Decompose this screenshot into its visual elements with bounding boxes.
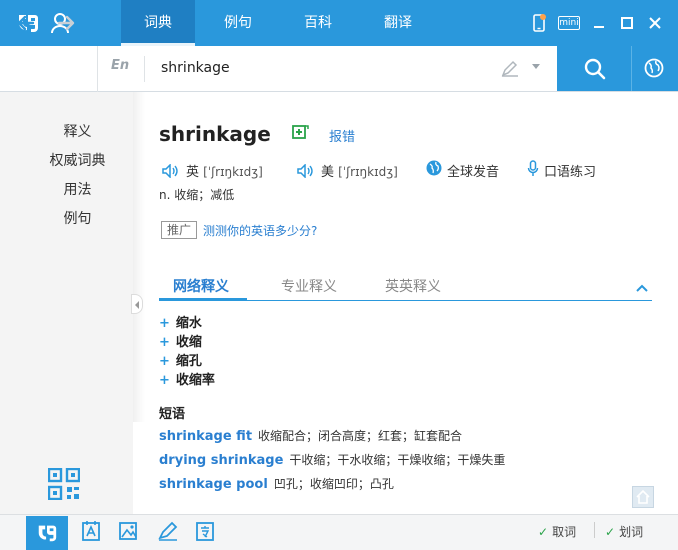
- list-item[interactable]: + 收缩: [159, 331, 202, 350]
- dictionary-mode-button[interactable]: [26, 516, 68, 550]
- phrase-link[interactable]: shrinkage fit: [159, 429, 252, 444]
- tab-web-definition[interactable]: 网络释义: [173, 276, 229, 296]
- us-pronunciation[interactable]: 美 [ˈʃrɪŋkɪdʒ]: [297, 161, 398, 180]
- headword: shrinkage: [159, 122, 271, 146]
- phrase-row: shrinkage pool 凹孔；收缩凹印；凸孔: [159, 477, 394, 492]
- divider: [144, 56, 145, 82]
- tab-professional-definition[interactable]: 专业释义: [281, 276, 337, 296]
- globe-icon: [426, 160, 442, 176]
- expand-plus-icon[interactable]: +: [159, 354, 170, 369]
- chevron-down-icon[interactable]: [532, 64, 540, 70]
- sidebar-item-authoritative-dict[interactable]: 权威词典: [0, 150, 155, 170]
- minimize-icon[interactable]: [592, 14, 606, 32]
- qr-code-icon[interactable]: [48, 468, 80, 500]
- tab-english-definition[interactable]: 英英释义: [385, 276, 441, 296]
- web-search-button[interactable]: [631, 46, 678, 91]
- oral-practice-link[interactable]: 口语练习: [544, 161, 596, 180]
- phrase-link[interactable]: shrinkage pool: [159, 477, 268, 492]
- tab-dictionary[interactable]: 词典: [121, 0, 195, 46]
- expand-plus-icon[interactable]: +: [159, 316, 170, 331]
- ad-badge: 推广: [161, 221, 197, 239]
- search-input[interactable]: [161, 56, 481, 80]
- phrase-link[interactable]: drying shrinkage: [159, 453, 283, 468]
- phrases-heading: 短语: [159, 407, 186, 422]
- back-to-top-button[interactable]: [632, 486, 654, 508]
- chevron-up-icon[interactable]: [636, 284, 648, 292]
- sidebar-item-examples[interactable]: 例句: [0, 208, 155, 228]
- expand-plus-icon[interactable]: +: [159, 373, 170, 388]
- uk-pronunciation[interactable]: 英 [ˈʃrɪŋkɪdʒ]: [162, 161, 263, 180]
- divider: [97, 46, 98, 92]
- report-error-link[interactable]: 报错: [329, 126, 355, 145]
- sidebar-item-usage[interactable]: 用法: [0, 179, 155, 199]
- ad-link[interactable]: 测测你的英语多少分?: [203, 222, 317, 239]
- tab-translate[interactable]: 翻译: [361, 0, 435, 46]
- tab-encyclopedia[interactable]: 百科: [281, 0, 355, 46]
- search-button[interactable]: [557, 46, 631, 91]
- active-tab-indicator: [159, 298, 247, 301]
- list-item[interactable]: + 收缩率: [159, 369, 215, 388]
- add-to-wordbook-icon[interactable]: [292, 125, 309, 140]
- chevron-left-icon: [135, 301, 139, 309]
- speaker-icon: [297, 164, 313, 178]
- image-translate-icon[interactable]: [118, 520, 138, 542]
- checkmark-icon: ✓: [605, 525, 616, 539]
- word-pick-toggle[interactable]: ✓ 取词: [538, 523, 576, 540]
- youdao-logo-icon: [38, 525, 57, 542]
- globe-icon: [644, 58, 664, 78]
- list-item[interactable]: + 缩水: [159, 312, 202, 331]
- word-select-toggle[interactable]: ✓ 划词: [605, 523, 643, 540]
- phrase-row: shrinkage fit 收缩配合；闭合高度；红套；缸套配合: [159, 429, 463, 444]
- speaker-icon: [162, 164, 178, 178]
- sidebar-item-definition[interactable]: 释义: [0, 121, 155, 141]
- text-translate-icon[interactable]: [81, 520, 101, 542]
- global-pronunciation-link[interactable]: 全球发音: [447, 161, 499, 180]
- uk-label: 英: [186, 165, 200, 180]
- close-icon[interactable]: [648, 14, 662, 32]
- forward-arrow-icon[interactable]: [56, 13, 76, 33]
- expand-plus-icon[interactable]: +: [159, 335, 170, 350]
- bottom-toolbar: [0, 514, 678, 550]
- language-selector[interactable]: En: [111, 58, 129, 73]
- microphone-icon: [527, 160, 539, 176]
- pen-scan-icon[interactable]: [157, 520, 179, 542]
- maximize-icon[interactable]: [620, 14, 634, 32]
- translate-icon[interactable]: [195, 520, 215, 542]
- us-label: 美: [321, 165, 335, 180]
- checkmark-icon: ✓: [538, 525, 549, 539]
- handwriting-pen-icon[interactable]: [500, 58, 520, 78]
- home-icon: [636, 490, 650, 504]
- us-phonetic: [ˈʃrɪŋkɪdʒ]: [338, 165, 398, 179]
- list-item[interactable]: + 缩孔: [159, 350, 202, 369]
- mobile-phone-icon[interactable]: [532, 14, 546, 32]
- search-icon: [584, 58, 606, 80]
- uk-phonetic: [ˈʃrɪŋkɪdʒ]: [203, 165, 263, 179]
- basic-definition: n. 收缩；减低: [159, 188, 235, 202]
- phrase-row: drying shrinkage 干收缩；干水收缩；干燥收缩；干燥失重: [159, 453, 506, 468]
- divider: [594, 522, 595, 538]
- sidebar-collapse-handle[interactable]: [131, 294, 143, 314]
- back-arrow-icon[interactable]: [16, 13, 36, 33]
- tab-examples[interactable]: 例句: [201, 0, 275, 46]
- sidebar-edge: [133, 92, 145, 422]
- mini-mode-button[interactable]: mini: [558, 16, 580, 30]
